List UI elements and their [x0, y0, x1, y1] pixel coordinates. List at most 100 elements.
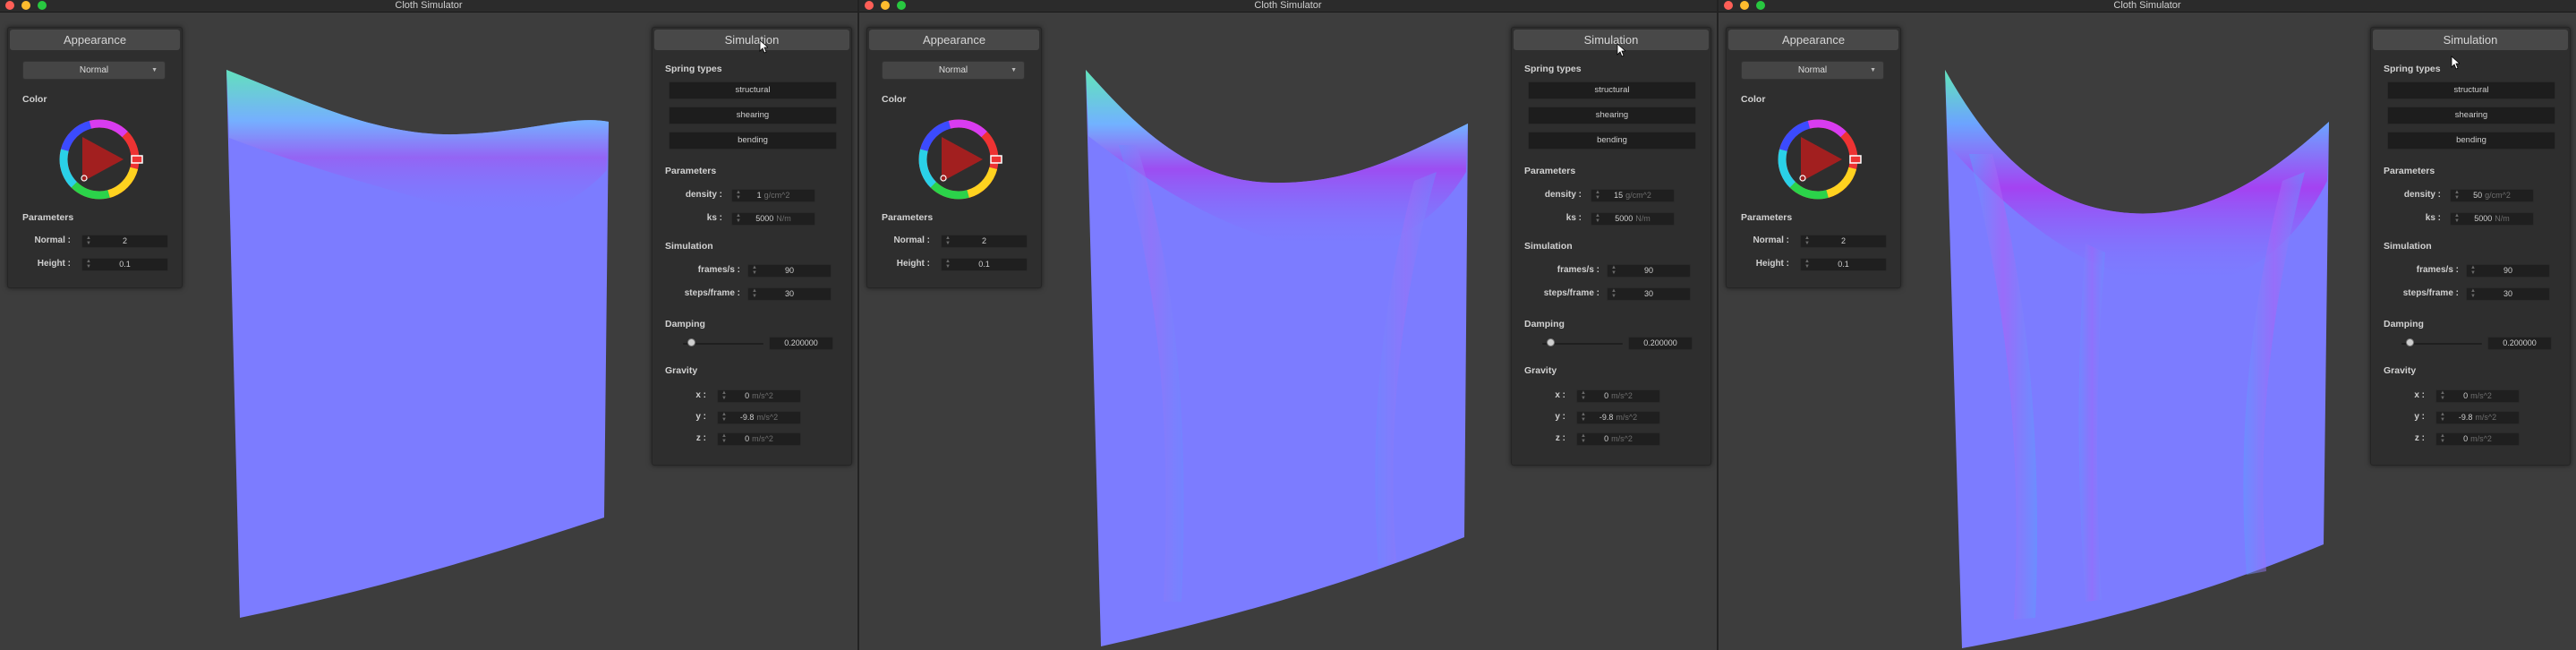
gravity-x-field[interactable]: ▲ ▼ 0 m/s^2 [2435, 389, 2520, 403]
spring-shearing-button[interactable]: shearing [1528, 107, 1696, 124]
window-title: Cloth Simulator [2113, 0, 2181, 11]
damping-label: Damping [665, 319, 705, 329]
ks-field[interactable]: ▲ ▼ 5000 N/m [731, 212, 815, 226]
density-field[interactable]: ▲ ▼ 15 g/cm^2 [1591, 189, 1675, 202]
simulation-panel-title[interactable]: Simulation [1514, 30, 1709, 50]
simulation-panel-title[interactable]: Simulation [2373, 30, 2568, 50]
ks-unit: N/m [2495, 214, 2510, 223]
height-field[interactable]: ▲ ▼ 0.1 [941, 258, 1028, 271]
stepper-arrows-icon[interactable]: ▲ ▼ [2470, 265, 2476, 276]
normal-field[interactable]: ▲ ▼ 2 [941, 235, 1028, 248]
spring-structural-button[interactable]: structural [669, 81, 837, 99]
simulation-panel-title[interactable]: Simulation [654, 30, 849, 50]
ks-field[interactable]: ▲ ▼ 5000 N/m [1591, 212, 1675, 226]
stepper-arrows-icon[interactable]: ▲ ▼ [945, 235, 951, 246]
stepper-arrows-icon[interactable]: ▲ ▼ [1611, 265, 1616, 276]
ks-value: 5000 [1615, 214, 1633, 223]
spring-bending-button[interactable]: bending [1528, 132, 1696, 150]
damping-field[interactable]: 0.200000 [2487, 337, 2552, 350]
stepper-arrows-icon[interactable]: ▲ ▼ [721, 390, 727, 401]
normal-field[interactable]: ▲ ▼ 2 [81, 235, 168, 248]
steps-field[interactable]: ▲ ▼ 30 [2466, 287, 2550, 301]
damping-slider-knob[interactable] [2406, 338, 2414, 346]
shader-select[interactable]: Normal ▼ [1741, 61, 1884, 80]
gravity-label: Gravity [2384, 365, 2417, 376]
density-field[interactable]: ▲ ▼ 50 g/cm^2 [2450, 189, 2534, 202]
stepper-arrows-icon[interactable]: ▲ ▼ [1581, 390, 1586, 401]
stepper-arrows-icon[interactable]: ▲ ▼ [1804, 235, 1810, 246]
color-label: Color [1741, 94, 1766, 105]
damping-field[interactable]: 0.200000 [1628, 337, 1693, 350]
damping-field[interactable]: 0.200000 [769, 337, 833, 350]
appearance-panel-title[interactable]: Appearance [10, 30, 180, 50]
spring-shearing-button[interactable]: shearing [2387, 107, 2555, 124]
gravity-y-field[interactable]: ▲ ▼ -9.8 m/s^2 [2435, 411, 2520, 424]
spring-structural-button[interactable]: structural [1528, 81, 1696, 99]
spring-shearing-button[interactable]: shearing [669, 107, 837, 124]
stepper-arrows-icon[interactable]: ▲ ▼ [1581, 412, 1586, 423]
stepper-arrows-icon[interactable]: ▲ ▼ [721, 433, 727, 444]
simulation-parameters-label: Parameters [665, 166, 717, 176]
damping-slider-knob[interactable] [1547, 338, 1555, 346]
gravity-x-field[interactable]: ▲ ▼ 0 m/s^2 [717, 389, 801, 403]
stepper-arrows-icon[interactable]: ▲ ▼ [736, 213, 741, 224]
cloth-viewport[interactable] [1083, 64, 1477, 646]
appearance-panel-title[interactable]: Appearance [1728, 30, 1898, 50]
ks-label: ks : [2425, 213, 2441, 223]
simulation-section-label: Simulation [665, 241, 713, 252]
normal-label: Normal : [34, 235, 71, 245]
shader-select[interactable]: Normal ▼ [882, 61, 1025, 80]
stepper-arrows-icon[interactable]: ▲ ▼ [2440, 390, 2445, 401]
stepper-arrows-icon[interactable]: ▲ ▼ [721, 412, 727, 423]
steps-field[interactable]: ▲ ▼ 30 [747, 287, 832, 301]
fps-field[interactable]: ▲ ▼ 90 [747, 264, 832, 278]
stepper-arrows-icon[interactable]: ▲ ▼ [86, 259, 91, 269]
stepper-arrows-icon[interactable]: ▲ ▼ [86, 235, 91, 246]
gravity-x-label: x : [1555, 390, 1565, 400]
gravity-x-field[interactable]: ▲ ▼ 0 m/s^2 [1576, 389, 1660, 403]
stepper-arrows-icon[interactable]: ▲ ▼ [1595, 213, 1600, 224]
spring-structural-button[interactable]: structural [2387, 81, 2555, 99]
cloth-viewport[interactable] [224, 64, 618, 620]
color-wheel-picker[interactable] [917, 117, 1006, 207]
gravity-y-field[interactable]: ▲ ▼ -9.8 m/s^2 [717, 411, 801, 424]
color-wheel-picker[interactable] [1776, 117, 1865, 207]
spring-bending-button[interactable]: bending [669, 132, 837, 150]
height-field[interactable]: ▲ ▼ 0.1 [81, 258, 168, 271]
stepper-arrows-icon[interactable]: ▲ ▼ [736, 190, 741, 201]
stepper-arrows-icon[interactable]: ▲ ▼ [2440, 433, 2445, 444]
cloth-viewport[interactable] [1942, 64, 2336, 648]
color-wheel-picker[interactable] [57, 117, 147, 207]
fps-field[interactable]: ▲ ▼ 90 [1607, 264, 1691, 278]
shader-select[interactable]: Normal ▼ [22, 61, 166, 80]
gravity-z-field[interactable]: ▲ ▼ 0 m/s^2 [2435, 432, 2520, 446]
steps-field[interactable]: ▲ ▼ 30 [1607, 287, 1691, 301]
fps-field[interactable]: ▲ ▼ 90 [2466, 264, 2550, 278]
stepper-arrows-icon[interactable]: ▲ ▼ [2440, 412, 2445, 423]
gravity-z-field[interactable]: ▲ ▼ 0 m/s^2 [1576, 432, 1660, 446]
stepper-arrows-icon[interactable]: ▲ ▼ [945, 259, 951, 269]
ks-unit: N/m [776, 214, 791, 223]
color-label: Color [882, 94, 907, 105]
stepper-arrows-icon[interactable]: ▲ ▼ [2454, 190, 2460, 201]
stepper-arrows-icon[interactable]: ▲ ▼ [752, 265, 757, 276]
height-field[interactable]: ▲ ▼ 0.1 [1800, 258, 1887, 271]
simulator-window-2: Cloth Simulator Appearance Normal ▼ Colo… [859, 0, 1719, 650]
ks-field[interactable]: ▲ ▼ 5000 N/m [2450, 212, 2534, 226]
stepper-arrows-icon[interactable]: ▲ ▼ [752, 288, 757, 299]
density-field[interactable]: ▲ ▼ 1 g/cm^2 [731, 189, 815, 202]
stepper-arrows-icon[interactable]: ▲ ▼ [1804, 259, 1810, 269]
stepper-arrows-icon[interactable]: ▲ ▼ [1611, 288, 1616, 299]
stepper-arrows-icon[interactable]: ▲ ▼ [2470, 288, 2476, 299]
appearance-panel-title[interactable]: Appearance [869, 30, 1039, 50]
gravity-unit: m/s^2 [1611, 391, 1633, 400]
normal-field[interactable]: ▲ ▼ 2 [1800, 235, 1887, 248]
damping-slider-knob[interactable] [687, 338, 695, 346]
gravity-z-field[interactable]: ▲ ▼ 0 m/s^2 [717, 432, 801, 446]
stepper-arrows-icon[interactable]: ▲ ▼ [2454, 213, 2460, 224]
spring-bending-button[interactable]: bending [2387, 132, 2555, 150]
stepper-arrows-icon[interactable]: ▲ ▼ [1581, 433, 1586, 444]
stepper-arrows-icon[interactable]: ▲ ▼ [1595, 190, 1600, 201]
gravity-y-field[interactable]: ▲ ▼ -9.8 m/s^2 [1576, 411, 1660, 424]
shader-select-value: Normal [1797, 65, 1828, 75]
